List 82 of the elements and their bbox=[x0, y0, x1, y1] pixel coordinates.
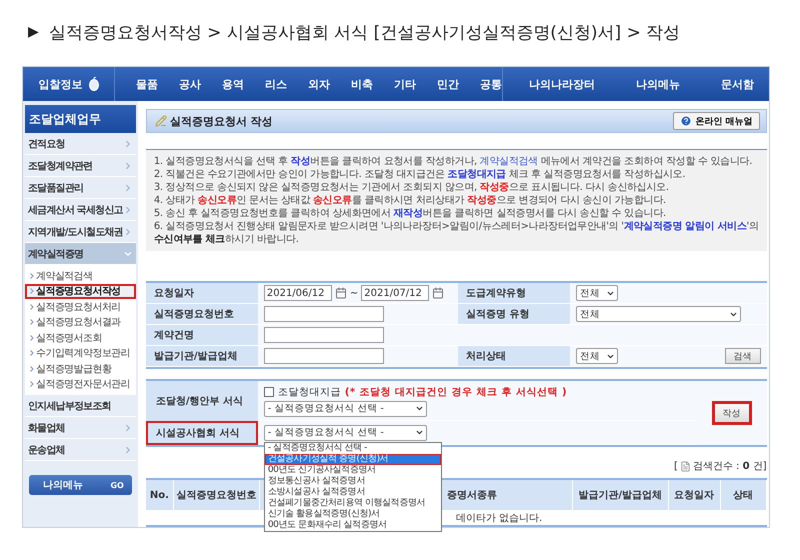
write-button[interactable]: 작성 bbox=[712, 401, 752, 425]
field-label: 계약건명 bbox=[146, 325, 258, 346]
dropdown-option[interactable]: 신기술 활용실적증명(신청)서 bbox=[264, 508, 441, 520]
chevron-down-icon bbox=[414, 428, 424, 437]
sidebar-header: 조달업체업무 bbox=[25, 105, 136, 133]
page-title: 실적증명요청서작성 > 시설공사협회 서식 [건설공사기성실적증명(신청)서] > 작성 bbox=[48, 22, 680, 44]
checkbox[interactable] bbox=[264, 386, 274, 396]
calendar-icon[interactable] bbox=[432, 287, 444, 299]
dropdown-option[interactable]: 00년도 문화재수리 실적증명서 bbox=[264, 520, 441, 530]
help-icon bbox=[680, 115, 692, 127]
checkbox-label: 조달청대지급 bbox=[278, 386, 341, 398]
sidebar-item[interactable]: 계약실적증명 bbox=[25, 243, 136, 265]
text-field[interactable] bbox=[264, 306, 384, 322]
nav-item[interactable]: 문서함 bbox=[695, 67, 769, 101]
column-header: 발급기관/발급업체 bbox=[572, 480, 669, 510]
nav-item[interactable]: 민간 bbox=[437, 76, 459, 92]
nav-item[interactable]: 외자 bbox=[308, 76, 330, 92]
column-header: No. bbox=[146, 480, 174, 510]
dropdown-select[interactable]: 전체 bbox=[576, 285, 618, 301]
range-separator: ~ bbox=[350, 288, 358, 298]
field-label: 조달청/행안부 서식 bbox=[146, 381, 258, 421]
field-label: 처리상태 bbox=[458, 346, 570, 367]
dropdown-select[interactable]: - 실적증명요청서식 선택 - bbox=[264, 424, 427, 440]
bullet-icon bbox=[30, 272, 34, 279]
instruction-line: 3. 정상적으로 송신되지 않은 실적증명요청서는 기관에서 조회되지 않으며, 작성중으로 표시됩니다. 다시 송신하십시오. bbox=[154, 181, 670, 194]
date-field[interactable]: 2021/07/12 bbox=[361, 285, 430, 301]
nav-item[interactable]: 입찰정보 bbox=[38, 76, 82, 92]
nav-item[interactable]: 나의나라장터 bbox=[503, 67, 610, 101]
nav-item[interactable]: 물품 bbox=[136, 76, 158, 92]
instruction-line: 5. 송신 후 실적증명요청번호를 클릭하여 상세화면에서 재작성버튼을 클릭하면 실적증명서를 다시 송신할 수 있습니다. bbox=[154, 207, 667, 220]
field-label: 실적증명 유형 bbox=[458, 304, 570, 325]
instruction-line: 1. 실적증명요청서식을 선택 후 작성버튼을 클릭하여 요청서를 작성하거나, 계약실적검색 메뉴에서 계약건을 조회하여 작성할 수 있습니다. bbox=[154, 155, 754, 168]
submenu-item[interactable]: 실적증명요청서작성 bbox=[25, 284, 136, 299]
section-title: 실적증명요청서 작성 bbox=[170, 114, 273, 128]
triangle-icon: ▶ bbox=[28, 24, 39, 40]
empty-message: 데이타가 없습니다. bbox=[456, 512, 542, 524]
calendar-icon[interactable] bbox=[334, 287, 347, 299]
date-field[interactable]: 2021/06/12 bbox=[264, 285, 332, 301]
mouse-icon bbox=[88, 77, 98, 91]
column-header: 상태 bbox=[720, 480, 767, 510]
column-header: 실적증명요청번호 bbox=[174, 480, 260, 510]
nav-item[interactable]: 나의메뉴 bbox=[610, 67, 695, 101]
instruction-line: 2. 직불건은 수요기관에서만 승인이 가능합니다. 조달청 대지급건은 조달청대지급 체크 후 실적증명요청서를 작성하십시오. bbox=[154, 168, 686, 181]
dropdown-select[interactable]: - 실적증명요청서식 선택 - bbox=[264, 400, 427, 416]
nav-item[interactable]: 리스 bbox=[265, 76, 287, 92]
nav-item[interactable]: 용역 bbox=[222, 76, 244, 92]
field-label: 요청일자 bbox=[146, 283, 258, 304]
instruction-line: 4. 상태가 송신오류인 문서는 상태값 송신오류를 클릭하시면 처리상태가 작성중으로 변경되어 다시 송신이 가능합니다. bbox=[154, 194, 667, 207]
instruction-line: 6. 실적증명요청서 진행상태 알림문자로 받으시려면 '나의나라장터>알림이/뉴스레터>나라장터업무안내'의 '계약실적증명 알림이 서비스'의 bbox=[154, 220, 759, 233]
bullet-icon bbox=[30, 334, 34, 341]
field-label: 시설공사협회 서식 bbox=[146, 421, 258, 445]
dropdown-option[interactable]: 00년도 신기공사실적증명서 bbox=[264, 464, 441, 476]
field-label: 발급기관/발급업체 bbox=[146, 346, 258, 367]
bullet-icon bbox=[30, 366, 34, 372]
bullet-icon bbox=[30, 381, 34, 388]
result-count: 검색건수 : 0 건] bbox=[692, 460, 767, 473]
bullet-icon bbox=[30, 350, 34, 356]
dropdown-select[interactable]: 전체 bbox=[576, 306, 741, 322]
dropdown-select[interactable]: 전체 bbox=[576, 348, 618, 364]
dropdown-option[interactable]: - 실적증명요청서식 선택 - bbox=[264, 442, 441, 454]
field-label: 도급계약유형 bbox=[458, 283, 570, 304]
document-icon bbox=[680, 460, 691, 472]
text-field[interactable] bbox=[264, 327, 384, 343]
field-label: 실적증명요청번호 bbox=[146, 304, 258, 325]
dropdown-option[interactable]: 건설공사기성실적 증명(신청)서 bbox=[264, 454, 441, 464]
manual-button[interactable]: 온라인 매뉴얼 bbox=[672, 112, 760, 130]
nav-item[interactable]: 기타 bbox=[394, 76, 416, 92]
chevron-down-icon bbox=[414, 404, 424, 413]
column-header: 요청일자 bbox=[668, 480, 721, 510]
bracket-text: [ bbox=[674, 460, 678, 472]
note-text: (* 조달청 대지급건인 경우 체크 후 서식선택 ) bbox=[344, 386, 568, 398]
nav-item[interactable]: 비축 bbox=[351, 76, 373, 92]
bullet-icon bbox=[30, 288, 34, 294]
text-field[interactable] bbox=[264, 348, 384, 364]
bullet-icon bbox=[30, 319, 34, 326]
instruction-line: 수신여부를 체크하시기 바랍니다. bbox=[154, 233, 300, 246]
nav-item[interactable]: 공사 bbox=[179, 76, 201, 92]
bullet-icon bbox=[30, 304, 34, 310]
nav-item[interactable]: 공통 bbox=[480, 76, 502, 92]
my-menu-button[interactable]: 나의메뉴 GO bbox=[29, 475, 132, 495]
pencil-icon bbox=[154, 115, 167, 127]
search-button[interactable]: 검색 bbox=[724, 348, 761, 364]
